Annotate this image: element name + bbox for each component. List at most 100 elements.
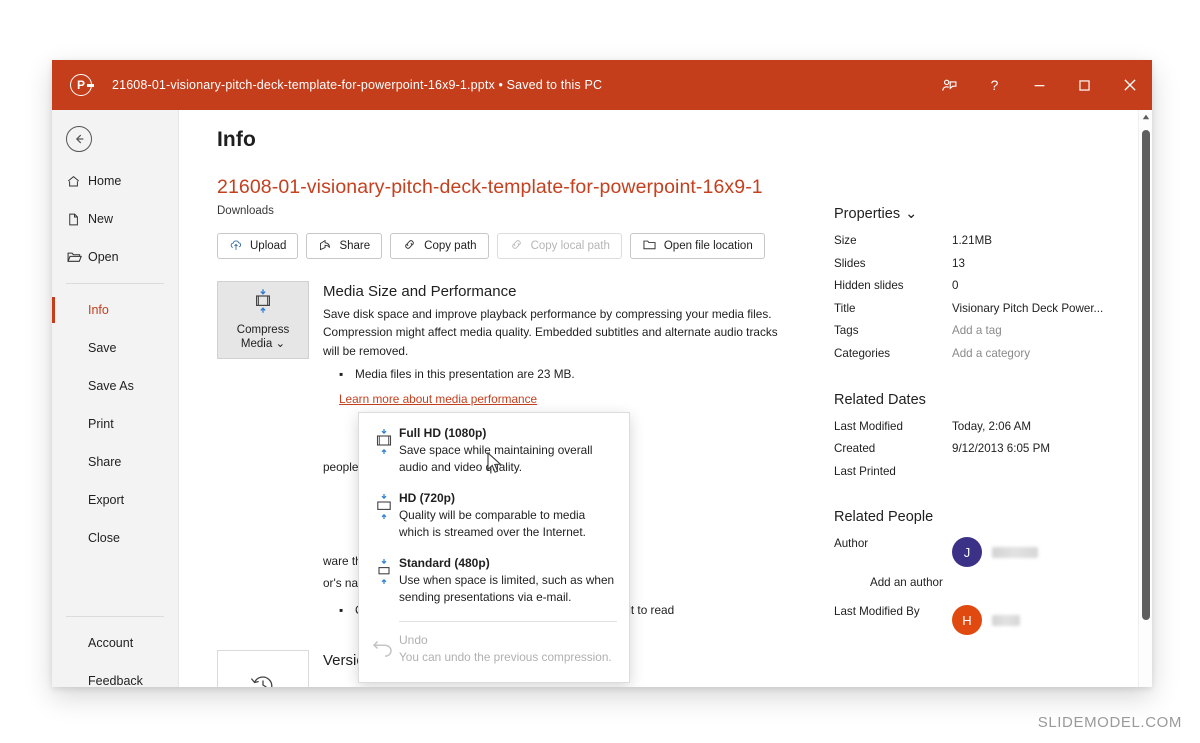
link-icon-disabled <box>509 237 524 255</box>
sidebar-item-open[interactable]: Open <box>52 238 178 276</box>
new-document-icon <box>66 212 88 227</box>
date-value-created: 9/12/2013 6:05 PM <box>952 442 1050 456</box>
minimize-button[interactable] <box>1017 60 1062 110</box>
compress-media-button[interactable]: Compress Media ⌄ <box>217 281 309 359</box>
media-size-title: Media Size and Performance <box>323 283 517 300</box>
sidebar-item-close[interactable]: Close <box>52 519 178 557</box>
scrollbar-thumb[interactable] <box>1142 130 1150 620</box>
sidebar-label-info: Info <box>88 303 109 317</box>
properties-rail: Properties ⌄ Size 1.21MB Slides 13 Hidde… <box>834 206 1124 636</box>
upload-button[interactable]: Upload <box>217 233 299 259</box>
page-title: Info <box>217 128 256 151</box>
undo-icon <box>369 633 399 666</box>
sidebar-item-share[interactable]: Share <box>52 443 178 481</box>
folder-open-icon <box>66 249 88 265</box>
add-author-link[interactable]: Add an author <box>870 576 1124 589</box>
related-dates-header: Related Dates <box>834 392 1124 408</box>
properties-title: Properties <box>834 206 901 222</box>
version-history-button[interactable] <box>217 649 309 687</box>
watermark: SLIDEMODEL.COM <box>1037 714 1182 731</box>
maximize-button[interactable] <box>1062 60 1107 110</box>
copy-local-path-button: Copy local path <box>496 233 622 259</box>
sidebar-item-save[interactable]: Save <box>52 329 178 367</box>
document-title: 21608-01-visionary-pitch-deck-template-f… <box>112 78 603 92</box>
dropdown-text-standard: Standard (480p) Use when space is limite… <box>399 556 617 606</box>
backstage-sidebar: Home New Open Info Save Save As Print Sh… <box>52 110 179 687</box>
compress-fullhd-icon <box>369 426 399 476</box>
sidebar-item-home[interactable]: Home <box>52 162 178 200</box>
comments-icon[interactable] <box>927 60 972 110</box>
compress-label-line2: Media <box>240 338 273 351</box>
avatar-last-modified-by: H <box>952 605 982 636</box>
person-key-author: Author <box>834 537 869 551</box>
folder-icon <box>642 237 657 255</box>
dropdown-item-hd[interactable]: HD (720p) Quality will be comparable to … <box>359 484 629 549</box>
dropdown-desc-full-hd: Save space while maintaining overall aud… <box>399 443 593 475</box>
help-icon[interactable]: ? <box>972 60 1017 110</box>
property-row-categories: Categories Add a category <box>834 343 1124 366</box>
file-name: 21608-01-visionary-pitch-deck-template-f… <box>217 176 763 198</box>
compress-media-label: Compress Media ⌄ <box>237 323 289 352</box>
dropdown-text-undo: Undo You can undo the previous compressi… <box>399 633 617 666</box>
media-size-bullet: Media files in this presentation are 23 … <box>339 364 783 384</box>
title-bar: P 21608-01-visionary-pitch-deck-template… <box>52 60 1152 110</box>
sidebar-label-save-as: Save As <box>88 379 134 393</box>
person-row-last-modified-by: Last Modified By H <box>834 601 1124 636</box>
share-icon <box>318 238 332 255</box>
properties-header[interactable]: Properties ⌄ <box>834 206 1124 222</box>
sidebar-item-info[interactable]: Info <box>52 291 178 329</box>
dropdown-title-hd: HD (720p) <box>399 491 456 506</box>
date-row-created: Created 9/12/2013 6:05 PM <box>834 438 1124 461</box>
property-key-categories: Categories <box>834 346 891 360</box>
property-row-title: Title Visionary Pitch Deck Power... <box>834 298 1124 321</box>
sidebar-label-close: Close <box>88 531 120 545</box>
property-value-categories[interactable]: Add a category <box>952 343 1030 366</box>
property-value-tags[interactable]: Add a tag <box>952 320 1002 343</box>
sidebar-item-feedback[interactable]: Feedback <box>52 662 178 687</box>
dropdown-item-standard[interactable]: Standard (480p) Use when space is limite… <box>359 549 629 614</box>
scroll-up-arrow-icon[interactable] <box>1139 110 1152 124</box>
powerpoint-logo: P <box>70 74 94 96</box>
dropdown-title-undo: Undo <box>399 632 428 647</box>
sidebar-item-account[interactable]: Account <box>52 624 178 662</box>
dropdown-title-full-hd: Full HD (1080p) <box>399 426 487 440</box>
property-key-title: Title <box>834 301 856 315</box>
dropdown-divider <box>399 620 617 622</box>
back-button[interactable] <box>66 126 92 152</box>
powerpoint-window: P 21608-01-visionary-pitch-deck-template… <box>52 60 1152 687</box>
sidebar-item-print[interactable]: Print <box>52 405 178 443</box>
vertical-scrollbar[interactable] <box>1138 110 1152 687</box>
copy-path-button[interactable]: Copy path <box>390 233 489 259</box>
last-modified-by-person: H <box>952 605 1020 636</box>
chevron-down-icon-properties[interactable]: ⌄ <box>905 206 917 222</box>
sidebar-label-account: Account <box>88 636 134 650</box>
sidebar-label-home: Home <box>88 174 122 188</box>
media-performance-link[interactable]: Learn more about media performance <box>339 392 537 406</box>
open-file-location-button[interactable]: Open file location <box>629 233 765 259</box>
screenshot-root: P 21608-01-visionary-pitch-deck-template… <box>0 0 1200 743</box>
sidebar-item-save-as[interactable]: Save As <box>52 367 178 405</box>
property-value-hidden-slides: 0 <box>952 279 959 293</box>
dropdown-text-full-hd: Full HD (1080p) Save space while maintai… <box>399 426 617 476</box>
cloud-upload-icon <box>229 238 243 255</box>
sidebar-label-open: Open <box>88 250 119 264</box>
upload-label: Upload <box>250 240 287 252</box>
property-key-tags: Tags <box>834 324 859 338</box>
date-value-last-modified: Today, 2:06 AM <box>952 419 1032 433</box>
copy-path-label: Copy path <box>424 240 477 252</box>
home-icon <box>66 174 88 189</box>
property-key-size: Size <box>834 234 857 247</box>
sidebar-item-new[interactable]: New <box>52 200 178 238</box>
share-button[interactable]: Share <box>306 233 383 259</box>
sidebar-item-export[interactable]: Export <box>52 481 178 519</box>
open-file-location-label: Open file location <box>663 240 753 252</box>
media-size-text: Save disk space and improve playback per… <box>323 307 778 358</box>
window-body: Home New Open Info Save Save As Print Sh… <box>52 110 1152 687</box>
date-row-last-modified: Last Modified Today, 2:06 AM <box>834 416 1124 439</box>
compress-standard-icon <box>369 556 399 606</box>
info-pane: Info 21608-01-visionary-pitch-deck-templ… <box>179 110 1152 687</box>
compress-label-line1: Compress <box>236 323 290 336</box>
property-value-title[interactable]: Visionary Pitch Deck Power... <box>952 298 1103 321</box>
close-button[interactable] <box>1107 60 1152 110</box>
copy-local-path-label: Copy local path <box>530 240 610 252</box>
